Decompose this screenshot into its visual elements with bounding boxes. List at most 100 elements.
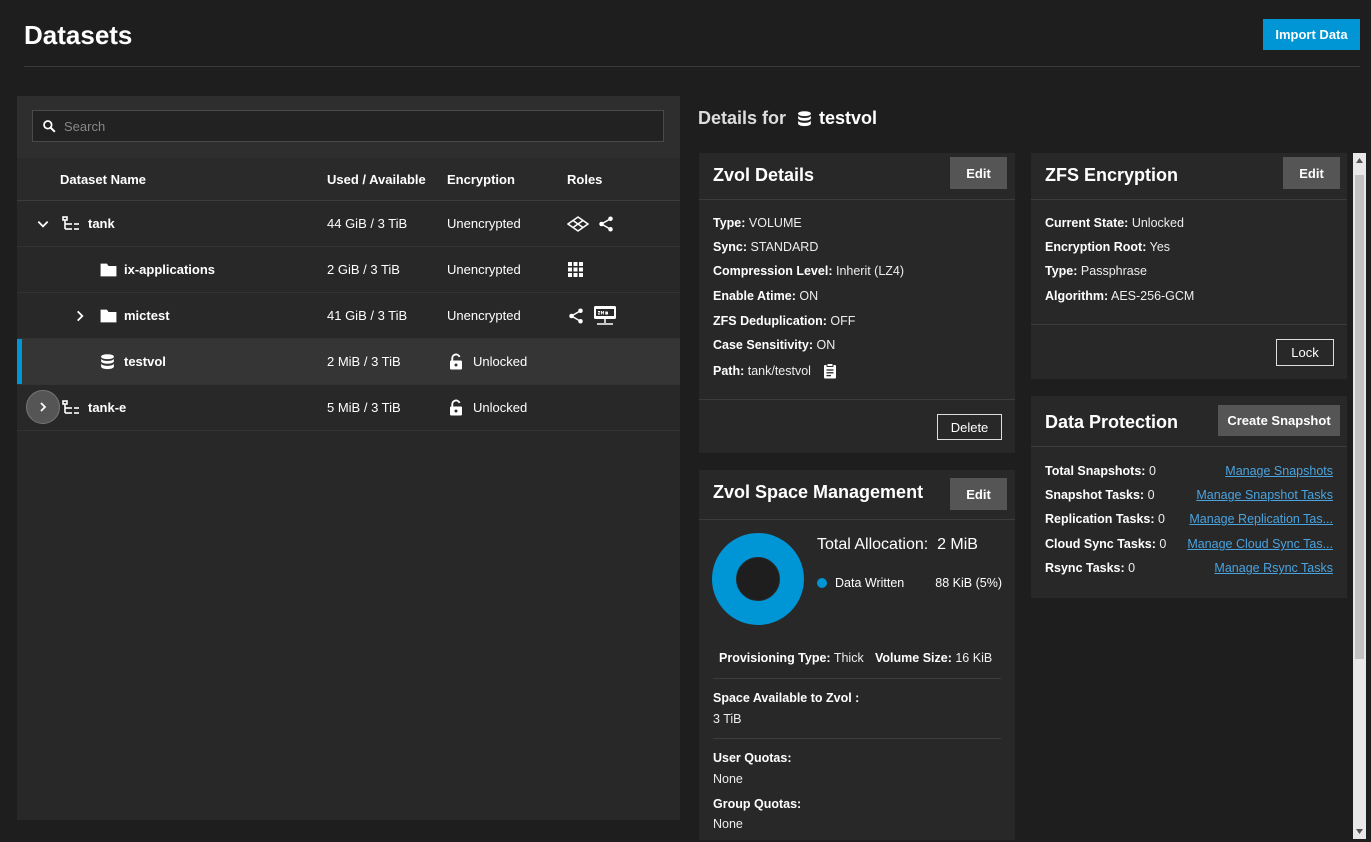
table-row-mictest[interactable]: mictest 41 GiB / 3 TiB Unencrypted [17, 293, 680, 339]
manage-snapshots-link[interactable]: Manage Snapshots [1225, 464, 1333, 478]
used-available: 41 GiB / 3 TiB [327, 308, 408, 323]
group-quotas-value: None [713, 817, 743, 831]
header-dataset-name: Dataset Name [60, 172, 146, 187]
folder-icon [100, 263, 117, 276]
pool-tree-icon [62, 399, 79, 414]
manage-rsync-tasks-link[interactable]: Manage Rsync Tasks [1214, 561, 1333, 575]
dataset-name: testvol [124, 354, 166, 369]
zvol-field-case: Case Sensitivity: ON [713, 338, 836, 352]
search-bar [17, 96, 680, 158]
table-row-tank[interactable]: tank 44 GiB / 3 TiB Unencrypted [17, 201, 680, 247]
roles [568, 247, 583, 292]
zvol-field-compression: Compression Level: Inherit (LZ4) [713, 264, 905, 278]
zvol-space-card: Zvol Space Management Edit Total Allocat… [699, 470, 1015, 840]
lock-button[interactable]: Lock [1276, 339, 1334, 366]
zvol-details-title: Zvol Details [713, 165, 815, 185]
dataset-name: tank [88, 216, 115, 231]
scroll-down-icon[interactable] [1356, 829, 1363, 834]
used-available: 2 GiB / 3 TiB [327, 262, 400, 277]
collapse-toggle[interactable] [34, 215, 52, 233]
unlocked-icon [450, 353, 462, 369]
header-encryption: Encryption [447, 172, 515, 187]
manage-cloud-sync-tasks-link[interactable]: Manage Cloud Sync Tas... [1187, 537, 1333, 551]
encryption-status: Unlocked [473, 400, 528, 415]
share-icon [599, 216, 613, 231]
header-used-available: Used / Available [327, 172, 426, 187]
zvol-details-card: Zvol Details Edit Type: VOLUME Sync: STA… [699, 153, 1015, 453]
user-quotas-value: None [713, 772, 743, 786]
chevron-right-icon [77, 310, 84, 322]
volume-size: Volume Size: 16 KiB [875, 651, 993, 665]
data-protection-card: Data Protection Create Snapshot Total Sn… [1031, 396, 1347, 598]
details-title: Details for testvol [698, 108, 877, 129]
table-row-ix-applications[interactable]: ix-applications 2 GiB / 3 TiB Unencrypte… [17, 247, 680, 293]
encryption-status: Unencrypted [447, 216, 521, 231]
enc-algorithm: Algorithm: AES-256-GCM [1045, 289, 1195, 303]
page-title: Datasets [24, 20, 133, 50]
enc-current-state: Current State: Unlocked [1045, 216, 1184, 230]
chevron-right-icon [40, 402, 47, 412]
zvol-field-dedup: ZFS Deduplication: OFF [713, 314, 856, 328]
header-divider [24, 66, 1360, 67]
search-input[interactable] [62, 117, 646, 135]
encryption-title: ZFS Encryption [1045, 165, 1179, 185]
legend-data-written: Data Written 88 KiB (5%) [817, 576, 1002, 590]
unlocked-icon [450, 399, 462, 415]
search-icon [43, 120, 56, 133]
details-dataset-name: testvol [819, 108, 878, 128]
pool-tree-icon [62, 215, 79, 230]
space-available-label: Space Available to Zvol : [713, 691, 860, 705]
zvol-field-type: Type: VOLUME [713, 216, 802, 230]
scrollbar-thumb[interactable] [1355, 175, 1364, 659]
roles [567, 293, 617, 338]
expand-toggle[interactable] [71, 307, 89, 325]
zvol-field-path: Path: tank/testvol [713, 363, 837, 379]
scroll-up-icon[interactable] [1356, 158, 1363, 163]
dataset-name: tank-e [88, 400, 127, 415]
manage-snapshot-tasks-link[interactable]: Manage Snapshot Tasks [1196, 488, 1333, 502]
zvol-field-sync: Sync: STANDARD [713, 240, 819, 254]
database-icon [101, 353, 114, 369]
database-icon [798, 110, 811, 126]
table-header: Dataset Name Used / Available Encryption… [17, 158, 680, 201]
encryption-status: Unencrypted [447, 262, 521, 277]
protection-title: Data Protection [1045, 412, 1179, 432]
apps-role-icon [567, 215, 589, 232]
apps-grid-icon [568, 262, 583, 277]
folder-icon [100, 309, 117, 322]
chevron-down-icon [37, 221, 49, 228]
zvol-edit-button[interactable]: Edit [950, 157, 1007, 189]
details-prefix: Details for [698, 108, 787, 128]
total-allocation: Total Allocation: 2 MiB [817, 536, 978, 553]
expand-toggle[interactable] [26, 390, 60, 424]
used-available: 2 MiB / 3 TiB [327, 354, 401, 369]
enc-type: Type: Passphrase [1045, 264, 1147, 278]
header-roles: Roles [567, 172, 603, 187]
smb-share-icon [594, 305, 616, 325]
used-available: 44 GiB / 3 TiB [327, 216, 408, 231]
table-row-testvol[interactable]: testvol 2 MiB / 3 TiB Unlocked [17, 339, 680, 385]
manage-replication-tasks-link[interactable]: Manage Replication Tas... [1189, 512, 1333, 526]
import-data-button[interactable]: Import Data [1263, 19, 1360, 50]
clipboard-icon[interactable] [823, 363, 837, 379]
share-icon [569, 308, 583, 323]
allocation-donut [712, 533, 804, 625]
roles [567, 201, 615, 246]
create-snapshot-button[interactable]: Create Snapshot [1218, 405, 1340, 436]
space-edit-button[interactable]: Edit [950, 478, 1007, 510]
zvol-field-atime: Enable Atime: ON [713, 289, 819, 303]
delete-button[interactable]: Delete [937, 414, 1002, 440]
details-scrollbar[interactable] [1353, 153, 1366, 839]
cloud-sync-tasks: Cloud Sync Tasks: 0 [1045, 537, 1167, 551]
encryption-status: Unencrypted [447, 308, 521, 323]
user-quotas-label: User Quotas: [713, 751, 792, 765]
encryption-edit-button[interactable]: Edit [1283, 157, 1340, 189]
search-box [32, 110, 664, 142]
legend-swatch [817, 578, 827, 588]
zfs-encryption-card: ZFS Encryption Edit Current State: Unloc… [1031, 153, 1347, 379]
dataset-name: mictest [124, 308, 170, 323]
table-row-tank-e[interactable]: tank-e 5 MiB / 3 TiB Unlocked [17, 385, 680, 431]
space-available-value: 3 TiB [713, 712, 742, 726]
dataset-tree-panel: Dataset Name Used / Available Encryption… [17, 96, 680, 820]
space-title: Zvol Space Management [713, 482, 924, 502]
